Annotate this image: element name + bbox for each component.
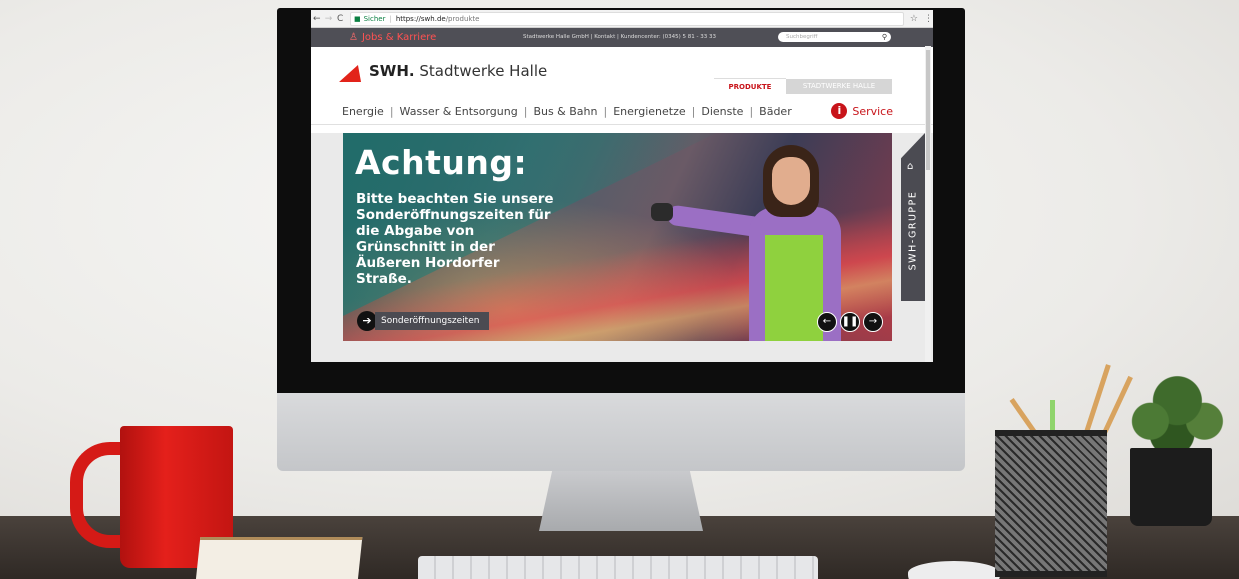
address-bar[interactable]: ■ Sicher | https://swh.de /produkte bbox=[349, 11, 904, 26]
person-overalls bbox=[765, 235, 823, 341]
cta-button[interactable]: ➔ Sonderöffnungszeiten bbox=[357, 311, 490, 331]
nav-item-energienetze[interactable]: Energienetze bbox=[613, 105, 685, 118]
hero-slider[interactable]: Achtung: Bitte beachten Sie unsere Sonde… bbox=[343, 133, 892, 341]
cta-label: Sonderöffnungszeiten bbox=[375, 312, 490, 330]
nav-divider: | bbox=[749, 105, 754, 118]
pencil-cup bbox=[995, 430, 1107, 577]
main-navigation: Energie | Wasser & Entsorgung | Bus & Bahn… bbox=[311, 99, 933, 125]
site-header: SWH. Stadtwerke Halle PRODUKTE STADTWERK… bbox=[311, 47, 933, 99]
pause-icon[interactable]: ❚❚ bbox=[840, 312, 860, 332]
search-icon[interactable]: ⚲ bbox=[882, 32, 887, 42]
arrow-left-icon[interactable]: ← bbox=[817, 312, 837, 332]
nav-item-wasser[interactable]: Wasser & Entsorgung bbox=[400, 105, 518, 118]
browser-toolbar: ← → C ■ Sicher | https://swh.de /produkt… bbox=[311, 10, 933, 28]
star-icon[interactable]: ☆ bbox=[910, 14, 918, 24]
plant-leaves bbox=[1118, 372, 1226, 454]
reload-icon[interactable]: C bbox=[334, 14, 346, 24]
scrollbar-thumb[interactable] bbox=[926, 50, 930, 170]
logo-triangle-icon bbox=[339, 65, 369, 82]
nav-divider: | bbox=[603, 105, 608, 118]
add-user-icon: ♙ bbox=[349, 32, 358, 43]
jobs-link[interactable]: ♙ Jobs & Karriere bbox=[349, 32, 436, 43]
nav-divider: | bbox=[389, 105, 394, 118]
security-label: Sicher bbox=[363, 14, 386, 23]
jobs-label: Jobs & Karriere bbox=[361, 32, 437, 43]
nav-item-baeder[interactable]: Bäder bbox=[759, 105, 792, 118]
slider-controls: ← ❚❚ → bbox=[817, 312, 883, 332]
tab-company[interactable]: STADTWERKE HALLE bbox=[786, 79, 892, 94]
home-icon: ⌂ bbox=[907, 161, 914, 172]
back-arrow-icon[interactable]: ← bbox=[311, 14, 323, 24]
address-separator: | bbox=[389, 14, 392, 23]
search-placeholder: Suchbegriff bbox=[786, 34, 818, 40]
info-icon: i bbox=[831, 103, 848, 119]
notebook bbox=[195, 537, 363, 579]
plant-pot bbox=[1130, 448, 1212, 526]
search-input[interactable]: Suchbegriff ⚲ bbox=[778, 32, 891, 42]
nav-item-bus-bahn[interactable]: Bus & Bahn bbox=[533, 105, 597, 118]
hero-section: Achtung: Bitte beachten Sie unsere Sonde… bbox=[311, 133, 933, 362]
swh-group-tab[interactable]: ⌂ SWH-GRUPPE bbox=[901, 133, 925, 301]
service-label: Service bbox=[852, 104, 893, 118]
person-face bbox=[772, 157, 810, 205]
tab-products[interactable]: PRODUKTE bbox=[714, 78, 786, 95]
menu-icon[interactable]: ⋮ bbox=[924, 14, 933, 24]
desk-scene: ← → C ■ Sicher | https://swh.de /produkt… bbox=[0, 0, 1239, 579]
url-path: /produkte bbox=[445, 14, 480, 23]
browser-window: ← → C ■ Sicher | https://swh.de /produkt… bbox=[311, 10, 933, 362]
swh-group-label: SWH-GRUPPE bbox=[907, 190, 919, 271]
nav-divider: | bbox=[691, 105, 696, 118]
site-logo[interactable]: SWH. Stadtwerke Halle bbox=[369, 62, 547, 80]
arrow-right-icon: ➔ bbox=[357, 311, 377, 331]
nav-divider: | bbox=[523, 105, 528, 118]
mouse bbox=[908, 561, 1000, 579]
monitor-chin bbox=[277, 393, 965, 471]
contact-links[interactable]: Stadtwerke Halle GmbH | Kontakt | Kunden… bbox=[523, 34, 716, 40]
scrollbar[interactable] bbox=[925, 46, 931, 362]
forward-arrow-icon[interactable]: → bbox=[323, 14, 335, 24]
url-host: https://swh.de bbox=[395, 14, 446, 23]
lock-icon: ■ bbox=[353, 14, 361, 23]
service-button[interactable]: i Service bbox=[831, 103, 893, 119]
logo-bold: SWH. bbox=[369, 62, 415, 80]
service-bar: ♙ Jobs & Karriere Stadtwerke Halle GmbH … bbox=[311, 28, 933, 47]
nav-item-energie[interactable]: Energie bbox=[342, 105, 384, 118]
arrow-right-icon[interactable]: → bbox=[863, 312, 883, 332]
hero-body-text: Bitte beachten Sie unsere Sonderöffnungs… bbox=[356, 191, 554, 287]
nav-item-dienste[interactable]: Dienste bbox=[701, 105, 743, 118]
logo-name: Stadtwerke Halle bbox=[414, 62, 548, 80]
monitor-stand bbox=[539, 471, 703, 531]
hero-title: Achtung: bbox=[355, 143, 528, 182]
person-glove bbox=[651, 203, 673, 221]
keyboard bbox=[418, 556, 818, 579]
